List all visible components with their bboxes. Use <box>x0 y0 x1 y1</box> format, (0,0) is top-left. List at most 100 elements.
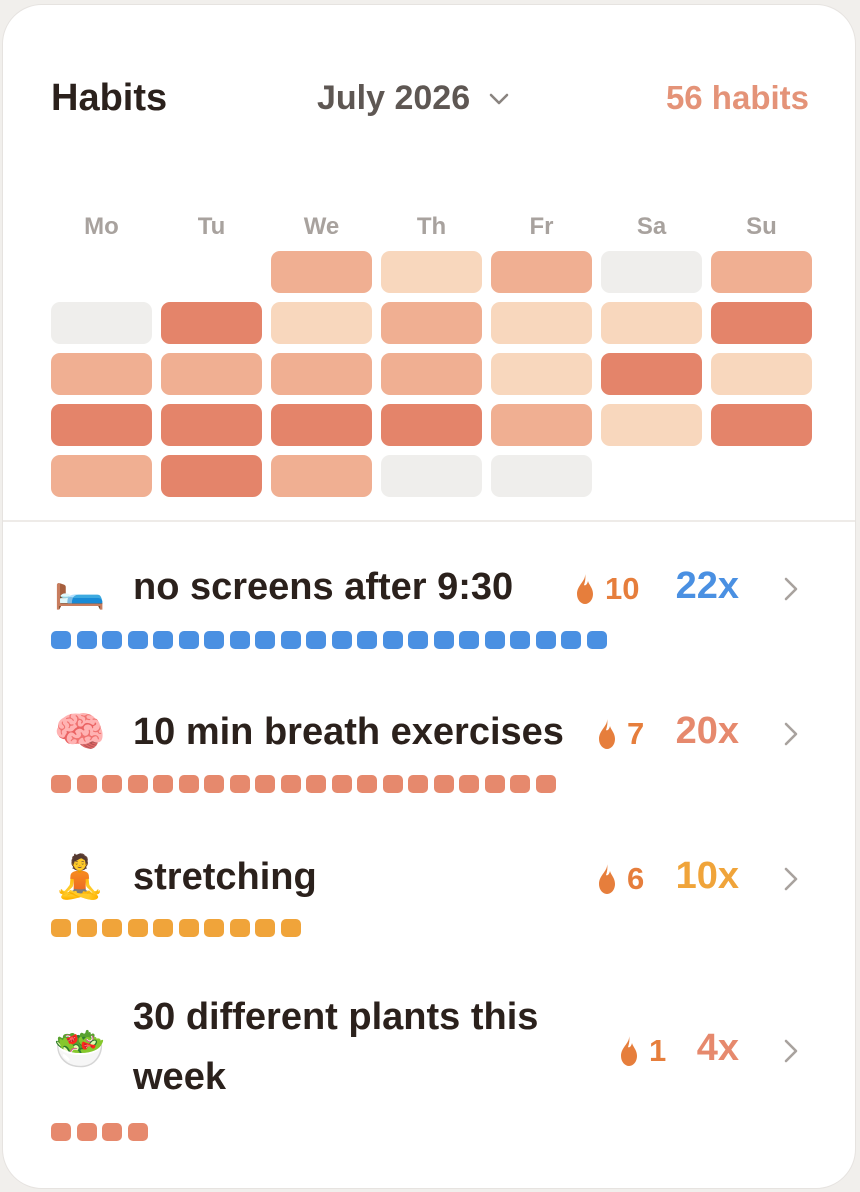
weekday-header: Mo Tu We Th Fr Sa Su <box>51 213 813 243</box>
completion-dot <box>484 775 505 793</box>
completion-dot <box>178 919 199 937</box>
calendar-day-cell[interactable] <box>601 404 702 446</box>
weekday-label: Sa <box>636 213 667 240</box>
calendar-day-cell[interactable] <box>161 302 262 344</box>
completion-dot <box>178 775 199 793</box>
flame-icon <box>577 574 593 604</box>
streak-count: 10 <box>605 571 640 606</box>
chevron-right-icon <box>784 722 798 746</box>
calendar-day-cell[interactable] <box>271 404 372 446</box>
completion-dot <box>51 775 71 793</box>
flame-icon <box>599 864 615 894</box>
habit-count: 56 habits <box>665 79 809 116</box>
completion-dot <box>51 631 71 649</box>
streak-badge: 1 <box>617 1033 666 1069</box>
calendar-day-cell[interactable] <box>381 353 482 395</box>
completion-dots <box>51 775 561 793</box>
chevron-right-icon <box>784 1039 798 1063</box>
flame-icon <box>599 719 615 749</box>
calendar-day-cell[interactable] <box>491 251 592 293</box>
calendar-day-cell[interactable] <box>161 455 262 497</box>
calendar-day-cell[interactable] <box>711 251 812 293</box>
habit-row[interactable]: 🛏️ no screens after 9:30 10 22x <box>3 553 855 663</box>
weekday-label: Mo <box>84 213 119 240</box>
completion-dot <box>535 775 556 793</box>
calendar-day-cell[interactable] <box>711 302 812 344</box>
calendar-day-cell[interactable] <box>161 404 262 446</box>
calendar-day-cell[interactable] <box>491 404 592 446</box>
completion-dot <box>102 1123 122 1141</box>
calendar-heatmap <box>51 251 813 497</box>
flame-icon <box>621 1036 637 1066</box>
streak-count: 1 <box>649 1033 667 1068</box>
completion-dot <box>204 919 224 937</box>
calendar-day-cell[interactable] <box>601 251 702 293</box>
month-selector[interactable]: July 2026 <box>317 79 510 118</box>
calendar-day-cell[interactable] <box>711 404 812 446</box>
completion-dot <box>76 775 97 793</box>
brain-icon: 🧠 <box>53 708 107 755</box>
completion-dot <box>127 1123 148 1141</box>
habit-row[interactable]: 🥗 30 different plants this week 1 4x <box>3 989 855 1149</box>
calendar-day-cell[interactable] <box>491 455 592 497</box>
calendar-day-cell[interactable] <box>51 455 152 497</box>
completion-dot <box>229 775 250 793</box>
weekday-label: We <box>303 213 340 240</box>
completion-dot <box>51 1123 71 1141</box>
completion-dot <box>153 775 173 793</box>
calendar-day-cell[interactable] <box>271 251 372 293</box>
calendar-day-cell[interactable] <box>161 353 262 395</box>
completion-dot <box>433 775 454 793</box>
completion-dot <box>510 775 530 793</box>
calendar-day-cell[interactable] <box>381 251 482 293</box>
habits-card: Habits July 2026 56 habits Mo Tu We Th F… <box>2 4 856 1189</box>
completion-dot <box>255 631 275 649</box>
card-header: Habits July 2026 56 habits <box>3 5 855 195</box>
calendar-day-cell[interactable] <box>381 302 482 344</box>
completion-dot <box>76 631 97 649</box>
completion-dot <box>280 919 301 937</box>
calendar-day-cell[interactable] <box>271 353 372 395</box>
streak-badge: 7 <box>595 716 644 752</box>
completion-dot <box>331 631 352 649</box>
calendar-day-cell[interactable] <box>601 302 702 344</box>
weekday-label: Tu <box>197 213 226 240</box>
completion-dot <box>102 775 122 793</box>
calendar-day-cell[interactable] <box>51 302 152 344</box>
completion-dot <box>459 775 479 793</box>
completion-dot <box>382 775 403 793</box>
page-title: Habits <box>51 77 168 119</box>
calendar-day-cell[interactable] <box>51 404 152 446</box>
calendar-day-cell[interactable] <box>271 455 372 497</box>
completion-total: 22x <box>675 565 739 607</box>
calendar-day-cell[interactable] <box>51 353 152 395</box>
streak-count: 7 <box>627 716 645 751</box>
habit-name: stretching <box>133 856 317 898</box>
completion-dot <box>382 631 403 649</box>
calendar-day-cell[interactable] <box>491 302 592 344</box>
completion-dot <box>280 775 301 793</box>
habit-row[interactable]: 🧘 stretching 6 10x <box>3 843 855 953</box>
completion-dot <box>510 631 530 649</box>
streak-count: 6 <box>627 861 645 896</box>
completion-dot <box>306 631 326 649</box>
completion-dot <box>484 631 505 649</box>
habit-row[interactable]: 🧠 10 min breath exercises 7 20x <box>3 698 855 808</box>
weekday-label: Fr <box>529 213 554 240</box>
chevron-down-icon <box>489 93 509 104</box>
calendar-day-cell[interactable] <box>711 353 812 395</box>
completion-dot <box>535 631 556 649</box>
calendar-day-cell[interactable] <box>381 455 482 497</box>
streak-badge: 10 <box>573 571 639 607</box>
completion-dots <box>51 919 306 937</box>
completion-dot <box>357 775 377 793</box>
salad-icon: 🥗 <box>53 1025 107 1072</box>
calendar-day-cell[interactable] <box>271 302 372 344</box>
weekday-label: Su <box>746 213 777 240</box>
completion-dots <box>51 1123 153 1141</box>
calendar-day-cell[interactable] <box>601 353 702 395</box>
calendar-day-cell[interactable] <box>381 404 482 446</box>
chevron-right-icon <box>784 867 798 891</box>
habit-name: 30 different plants this week <box>133 996 539 1098</box>
calendar-day-cell[interactable] <box>491 353 592 395</box>
